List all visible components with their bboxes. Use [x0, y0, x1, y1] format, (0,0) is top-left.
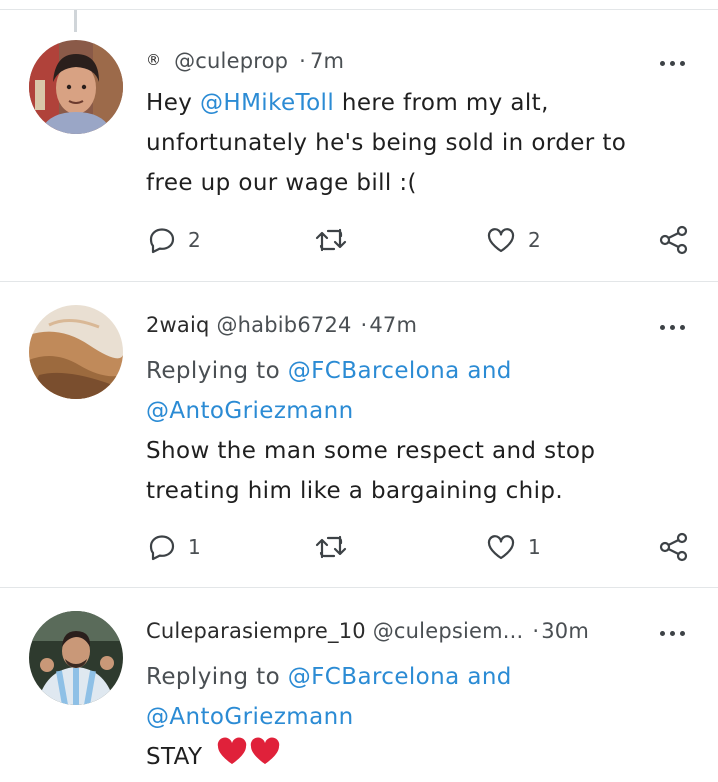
timestamp[interactable]: 7m	[310, 49, 344, 73]
more-icon	[660, 61, 665, 66]
replying-and: and	[459, 358, 512, 384]
like-button[interactable]: 1	[486, 530, 541, 564]
share-button[interactable]	[658, 223, 690, 257]
separator-dot: ·	[360, 313, 368, 337]
replying-to: Replying to @FCBarcelona and @AntoGriezm…	[146, 351, 666, 431]
body-text: Hey	[146, 90, 200, 116]
body-text: free up our wage bill :(	[146, 170, 417, 196]
tweet-header: Culeparasiempre_10 @culepsiem... ·30m	[146, 617, 661, 645]
more-icon-dot	[670, 325, 675, 330]
more-options-button[interactable]	[658, 626, 690, 640]
timestamp[interactable]: 47m	[369, 313, 417, 337]
timestamp[interactable]: 30m	[541, 619, 589, 643]
share-button[interactable]	[658, 530, 690, 564]
like-icon	[487, 228, 515, 253]
mention-link[interactable]: @HMikeToll	[200, 90, 334, 116]
tweet-header: 2waiq @habib6724 ·47m	[146, 311, 666, 339]
like-count: 1	[528, 535, 541, 559]
reply-button[interactable]: 2	[148, 223, 201, 257]
like-icon	[487, 535, 515, 560]
replying-label: Replying to	[146, 664, 288, 690]
heart-emoji-icon	[216, 737, 282, 778]
separator-dot: ·	[299, 49, 306, 73]
mention-link[interactable]: @AntoGriezmann	[146, 391, 666, 431]
more-icon	[660, 631, 665, 636]
reply-icon	[149, 228, 175, 254]
tweet-actions: 2 2	[146, 223, 694, 257]
more-icon	[660, 325, 665, 330]
reply-icon	[149, 535, 175, 561]
retweet-button[interactable]	[314, 530, 360, 564]
retweet-icon	[315, 228, 347, 252]
reply-button[interactable]: 1	[148, 530, 201, 564]
reply-count: 2	[188, 228, 201, 252]
share-icon	[659, 532, 688, 562]
more-icon-dot	[670, 61, 675, 66]
tweet-text: STAY	[146, 737, 661, 778]
thread-connector	[74, 10, 77, 32]
tweet-divider	[0, 587, 718, 588]
user-handle[interactable]: @culepsiem...	[373, 619, 524, 643]
user-handle[interactable]: @habib6724	[216, 313, 351, 337]
avatar[interactable]	[29, 40, 123, 134]
reply-count: 1	[188, 535, 201, 559]
avatar[interactable]	[29, 611, 123, 705]
mention-link[interactable]: @FCBarcelona	[288, 358, 460, 384]
separator-dot: ·	[532, 619, 540, 643]
tweet-text: Hey @HMikeToll here from my alt, unfortu…	[146, 83, 666, 203]
display-name[interactable]: 2waiq	[146, 313, 210, 337]
replying-label: Replying to	[146, 358, 288, 384]
tweet-text: Show the man some respect and stop treat…	[146, 431, 666, 511]
top-divider	[0, 9, 718, 10]
verified-badge: ®	[146, 51, 162, 69]
tweet-actions: 1 1	[146, 530, 694, 564]
retweet-button[interactable]	[314, 223, 360, 257]
body-text: unfortunately he's being sold in order t…	[146, 130, 627, 156]
replying-to: Replying to @FCBarcelona and @AntoGriezm…	[146, 657, 661, 737]
like-count: 2	[528, 228, 541, 252]
retweet-icon	[315, 535, 347, 559]
mention-link[interactable]: @AntoGriezmann	[146, 697, 661, 737]
body-text: here from my alt,	[334, 90, 549, 116]
more-options-button[interactable]	[658, 320, 690, 334]
share-icon	[659, 225, 688, 255]
tweet-divider	[0, 281, 718, 282]
body-text: STAY	[146, 744, 203, 770]
more-options-button[interactable]	[658, 56, 690, 70]
more-icon-dot	[680, 61, 685, 66]
avatar[interactable]	[29, 305, 123, 399]
tweet-header: ® @culeprop · 7m	[146, 46, 666, 75]
replying-and: and	[459, 664, 512, 690]
more-icon-dot	[680, 325, 685, 330]
display-name[interactable]: Culeparasiempre_10	[146, 619, 366, 643]
more-icon-dot	[680, 631, 685, 636]
body-text: Show the man some respect and stop	[146, 438, 596, 464]
like-button[interactable]: 2	[486, 223, 541, 257]
mention-link[interactable]: @FCBarcelona	[288, 664, 460, 690]
user-handle[interactable]: @culeprop	[174, 49, 288, 73]
more-icon-dot	[670, 631, 675, 636]
body-text: treating him like a bargaining chip.	[146, 478, 564, 504]
